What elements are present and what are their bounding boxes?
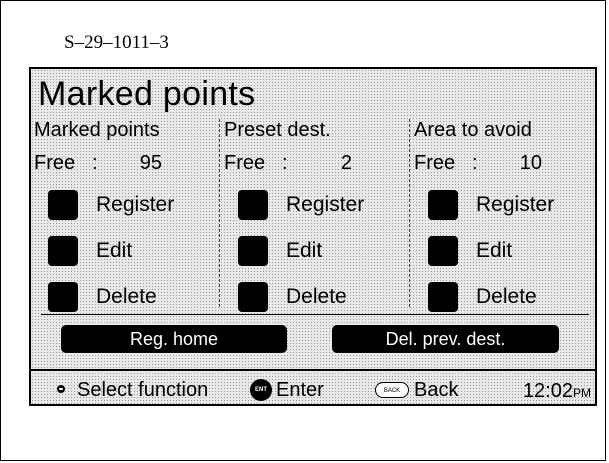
option-label: Delete <box>96 285 157 308</box>
option-label: Register <box>476 193 555 216</box>
free-colon: : <box>472 152 478 174</box>
page-title: Marked points <box>38 75 256 113</box>
square-key-icon <box>428 190 458 220</box>
square-key-icon <box>428 236 458 266</box>
nav-screen: Marked points Marked points Free : 95 Re… <box>29 67 597 406</box>
square-key-icon <box>48 190 78 220</box>
marked-points-delete-button[interactable]: Delete <box>48 280 157 314</box>
area-to-avoid-edit-button[interactable]: Edit <box>428 234 512 268</box>
back-icon: BACK <box>375 382 409 398</box>
area-to-avoid-column: Area to avoid Free : 10 Register Edit De… <box>414 118 602 312</box>
square-key-icon <box>238 282 268 312</box>
free-label: Free <box>414 152 456 174</box>
free-label: Free <box>34 152 76 174</box>
option-label: Delete <box>476 285 537 308</box>
square-key-icon <box>48 282 78 312</box>
column-heading: Marked points <box>34 119 160 141</box>
column-heading: Area to avoid <box>414 119 532 141</box>
free-count: 2 <box>340 152 352 174</box>
preset-dest-delete-button[interactable]: Delete <box>238 280 347 314</box>
marked-points-edit-button[interactable]: Edit <box>48 234 132 268</box>
enter-hint: Enter <box>276 379 324 401</box>
option-label: Register <box>96 193 175 216</box>
column-heading: Preset dest. <box>224 119 331 141</box>
square-key-icon <box>428 282 458 312</box>
status-bar: Select function ENT Enter BACK Back 12:0… <box>31 369 595 408</box>
square-key-icon <box>238 190 268 220</box>
option-label: Delete <box>286 285 347 308</box>
figure-id: S–29–1011–3 <box>64 32 169 53</box>
preset-dest-column: Preset dest. Free : 2 Register Edit Dele… <box>224 118 412 312</box>
clock-suffix: PM <box>573 386 591 400</box>
back-hint: Back <box>414 379 459 401</box>
section-divider <box>41 314 589 315</box>
area-to-avoid-delete-button[interactable]: Delete <box>428 280 537 314</box>
free-count: 10 <box>519 152 542 174</box>
square-key-icon <box>48 236 78 266</box>
option-label: Edit <box>96 239 133 262</box>
clock-time: 12:02 <box>522 380 573 402</box>
preset-dest-register-button[interactable]: Register <box>238 188 364 222</box>
option-label: Edit <box>286 239 323 262</box>
option-label: Register <box>286 193 365 216</box>
select-function-hint: Select function <box>77 379 209 401</box>
joystick-icon <box>57 385 65 393</box>
free-count: 95 <box>139 152 162 174</box>
option-label: Edit <box>476 239 513 262</box>
area-to-avoid-register-button[interactable]: Register <box>428 188 554 222</box>
del-prev-dest-button[interactable]: Del. prev. dest. <box>332 325 559 353</box>
clock: 12:02PM <box>523 380 591 404</box>
marked-points-register-button[interactable]: Register <box>48 188 174 222</box>
enter-icon: ENT <box>250 379 272 401</box>
free-colon: : <box>282 152 288 174</box>
free-label: Free <box>224 152 266 174</box>
free-colon: : <box>92 152 98 174</box>
reg-home-button[interactable]: Reg. home <box>61 325 287 353</box>
square-key-icon <box>238 236 268 266</box>
marked-points-column: Marked points Free : 95 Register Edit De… <box>34 118 222 312</box>
preset-dest-edit-button[interactable]: Edit <box>238 234 322 268</box>
